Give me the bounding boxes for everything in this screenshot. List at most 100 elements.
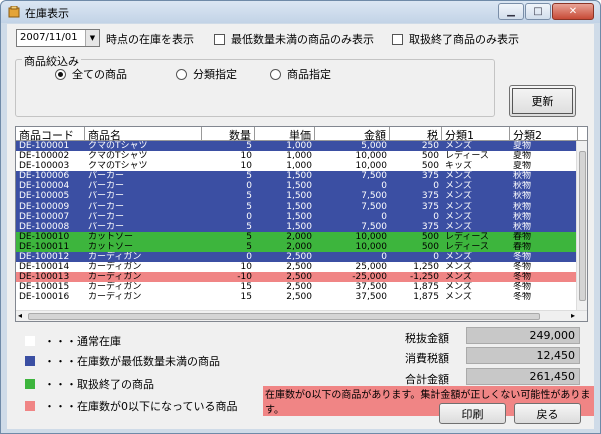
cell-tax: 1,250	[413, 262, 439, 273]
cell-amount: 7,500	[361, 171, 387, 182]
cell-name: カットソー	[88, 241, 134, 252]
cell-price: 1,000	[286, 151, 312, 162]
cell-qty: 5	[246, 201, 252, 212]
header-price[interactable]: 単価	[255, 127, 315, 142]
cell-cat2: 秋物	[513, 211, 532, 222]
table-row[interactable]: DE-100015 カーディガン 15 2,500 37,500 1,875 メンズ 冬物	[16, 282, 578, 293]
header-cat1[interactable]: 分類1	[442, 127, 510, 142]
horizontal-scrollbar[interactable]: ◂ ▸	[16, 310, 587, 321]
table-header: 商品コード 商品名 数量 単価 金額 税 分類1 分類2	[16, 127, 587, 142]
table-row[interactable]: DE-100013 カーディガン -10 2,500 -25,000 -1,250 メンズ 冬…	[16, 272, 578, 283]
minimize-button[interactable]: ▁	[498, 3, 524, 20]
tax-label: 消費税額	[405, 352, 449, 365]
cell-amount: 7,500	[361, 221, 387, 232]
cell-tax: 500	[421, 151, 439, 162]
header-tax[interactable]: 税	[390, 127, 442, 142]
cell-qty: 5	[246, 221, 252, 232]
table-row[interactable]: DE-100001 クマのTシャツ 5 1,000 5,000 250 メンズ 夏物	[16, 141, 578, 152]
table-row[interactable]: DE-100007 パーカー 0 1,500 0 0 メンズ 秋物	[16, 211, 578, 222]
close-icon: ✕	[568, 6, 578, 17]
header-code[interactable]: 商品コード	[16, 127, 85, 142]
legend-normal-label: ・・・通常在庫	[44, 335, 121, 348]
cell-cat1: メンズ	[445, 211, 472, 222]
radio-dot[interactable]	[176, 68, 187, 80]
cell-cat1: メンズ	[445, 181, 472, 192]
cell-code: DE-100001	[19, 141, 70, 151]
cell-tax: 500	[421, 241, 439, 252]
radio-product-label: 商品指定	[287, 68, 331, 81]
min-stock-checkbox[interactable]: 最低数量未満の商品のみ表示	[214, 31, 374, 47]
scroll-right-icon[interactable]: ▸	[571, 311, 575, 320]
scroll-left-icon[interactable]: ◂	[18, 311, 22, 320]
cell-amount: -25,000	[352, 272, 387, 283]
cell-code: DE-100009	[19, 201, 70, 212]
discontinued-checkbox[interactable]: 取扱終了商品のみ表示	[392, 31, 519, 47]
table-row[interactable]: DE-100006 パーカー 5 1,500 7,500 375 メンズ 秋物	[16, 171, 578, 182]
cell-cat1: レディース	[445, 241, 489, 252]
cell-qty: 5	[246, 191, 252, 202]
cell-price: 2,500	[286, 272, 312, 283]
back-button[interactable]: 戻る	[514, 403, 581, 424]
cell-cat2: 夏物	[513, 141, 532, 151]
radio-category[interactable]: 分類指定	[176, 66, 237, 82]
date-combobox[interactable]: 2007/11/01 ▼	[16, 29, 100, 47]
close-button[interactable]: ✕	[552, 3, 594, 20]
cell-name: カーディガン	[88, 252, 142, 263]
table-row[interactable]: DE-100002 クマのTシャツ 10 1,000 10,000 500 レディース 夏物	[16, 151, 578, 162]
vertical-scrollbar[interactable]	[576, 141, 587, 311]
cell-cat2: 冬物	[513, 282, 532, 293]
cell-cat2: 秋物	[513, 171, 532, 182]
cell-qty: 5	[246, 171, 252, 182]
cell-cat2: 冬物	[513, 252, 532, 263]
cell-price: 1,500	[286, 171, 312, 182]
cell-tax: 250	[421, 141, 439, 151]
cell-amount: 10,000	[355, 241, 388, 252]
header-qty[interactable]: 数量	[202, 127, 255, 142]
scroll-thumb[interactable]	[28, 313, 540, 320]
table-body: DE-100001 クマのTシャツ 5 1,000 5,000 250 メンズ 夏物 DE-10…	[16, 141, 578, 303]
radio-dot[interactable]	[270, 68, 281, 80]
chevron-down-icon[interactable]: ▼	[85, 30, 99, 46]
table-row[interactable]: DE-100003 クマのTシャツ 10 1,000 10,000 500 キッズ 夏物	[16, 161, 578, 172]
header-amount[interactable]: 金額	[315, 127, 390, 142]
checkbox-box[interactable]	[214, 33, 225, 45]
scroll-thumb[interactable]	[579, 151, 586, 301]
cell-cat1: メンズ	[445, 272, 472, 283]
date-suffix-label: 時点の在庫を表示	[106, 33, 194, 46]
cell-amount: 37,500	[355, 282, 388, 293]
inventory-table[interactable]: 商品コード 商品名 数量 単価 金額 税 分類1 分類2 DE-100001 クマ…	[15, 126, 588, 322]
table-row[interactable]: DE-100008 パーカー 5 1,500 7,500 375 メンズ 秋物	[16, 221, 578, 232]
checkbox-box[interactable]	[392, 33, 403, 45]
cell-code: DE-100002	[19, 151, 70, 162]
title-bar[interactable]: 在庫表示 ▁ □ ✕	[1, 1, 600, 23]
table-row[interactable]: DE-100009 パーカー 5 1,500 7,500 375 メンズ 秋物	[16, 201, 578, 212]
table-row[interactable]: DE-100010 カットソー 5 2,000 10,000 500 レディース 春物	[16, 231, 578, 242]
table-row[interactable]: DE-100005 パーカー 5 1,500 7,500 375 メンズ 秋物	[16, 191, 578, 202]
table-row[interactable]: DE-100012 カーディガン 0 2,500 0 0 メンズ 冬物	[16, 252, 578, 263]
cell-amount: 0	[381, 252, 387, 263]
radio-dot[interactable]	[55, 68, 66, 80]
legend-discontinued-label: ・・・取扱終了の商品	[44, 378, 154, 391]
refresh-button[interactable]: 更新	[509, 85, 576, 117]
cell-price: 2,500	[286, 262, 312, 273]
minimize-icon: ▁	[507, 6, 515, 17]
cell-cat1: メンズ	[445, 282, 472, 293]
table-row[interactable]: DE-100004 パーカー 0 1,500 0 0 メンズ 秋物	[16, 181, 578, 192]
print-button[interactable]: 印刷	[439, 403, 506, 424]
table-row[interactable]: DE-100014 カーディガン 10 2,500 25,000 1,250 メンズ 冬物	[16, 262, 578, 273]
cell-name: クマのTシャツ	[88, 151, 148, 162]
cell-code: DE-100015	[19, 282, 70, 293]
table-row[interactable]: DE-100016 カーディガン 15 2,500 37,500 1,875 メンズ 冬物	[16, 292, 578, 303]
radio-all-products[interactable]: 全ての商品	[55, 66, 127, 82]
header-cat2[interactable]: 分類2	[510, 127, 578, 142]
cell-name: パーカー	[88, 221, 125, 232]
cell-tax: 375	[421, 171, 439, 182]
cell-amount: 10,000	[355, 151, 388, 162]
cell-qty: 15	[240, 282, 252, 293]
table-row[interactable]: DE-100011 カットソー 5 2,000 10,000 500 レディース 春物	[16, 241, 578, 253]
cell-name: カットソー	[88, 231, 134, 242]
maximize-button[interactable]: □	[525, 3, 551, 20]
refresh-label: 更新	[531, 95, 554, 108]
header-name[interactable]: 商品名	[85, 127, 202, 142]
radio-product[interactable]: 商品指定	[270, 66, 331, 82]
